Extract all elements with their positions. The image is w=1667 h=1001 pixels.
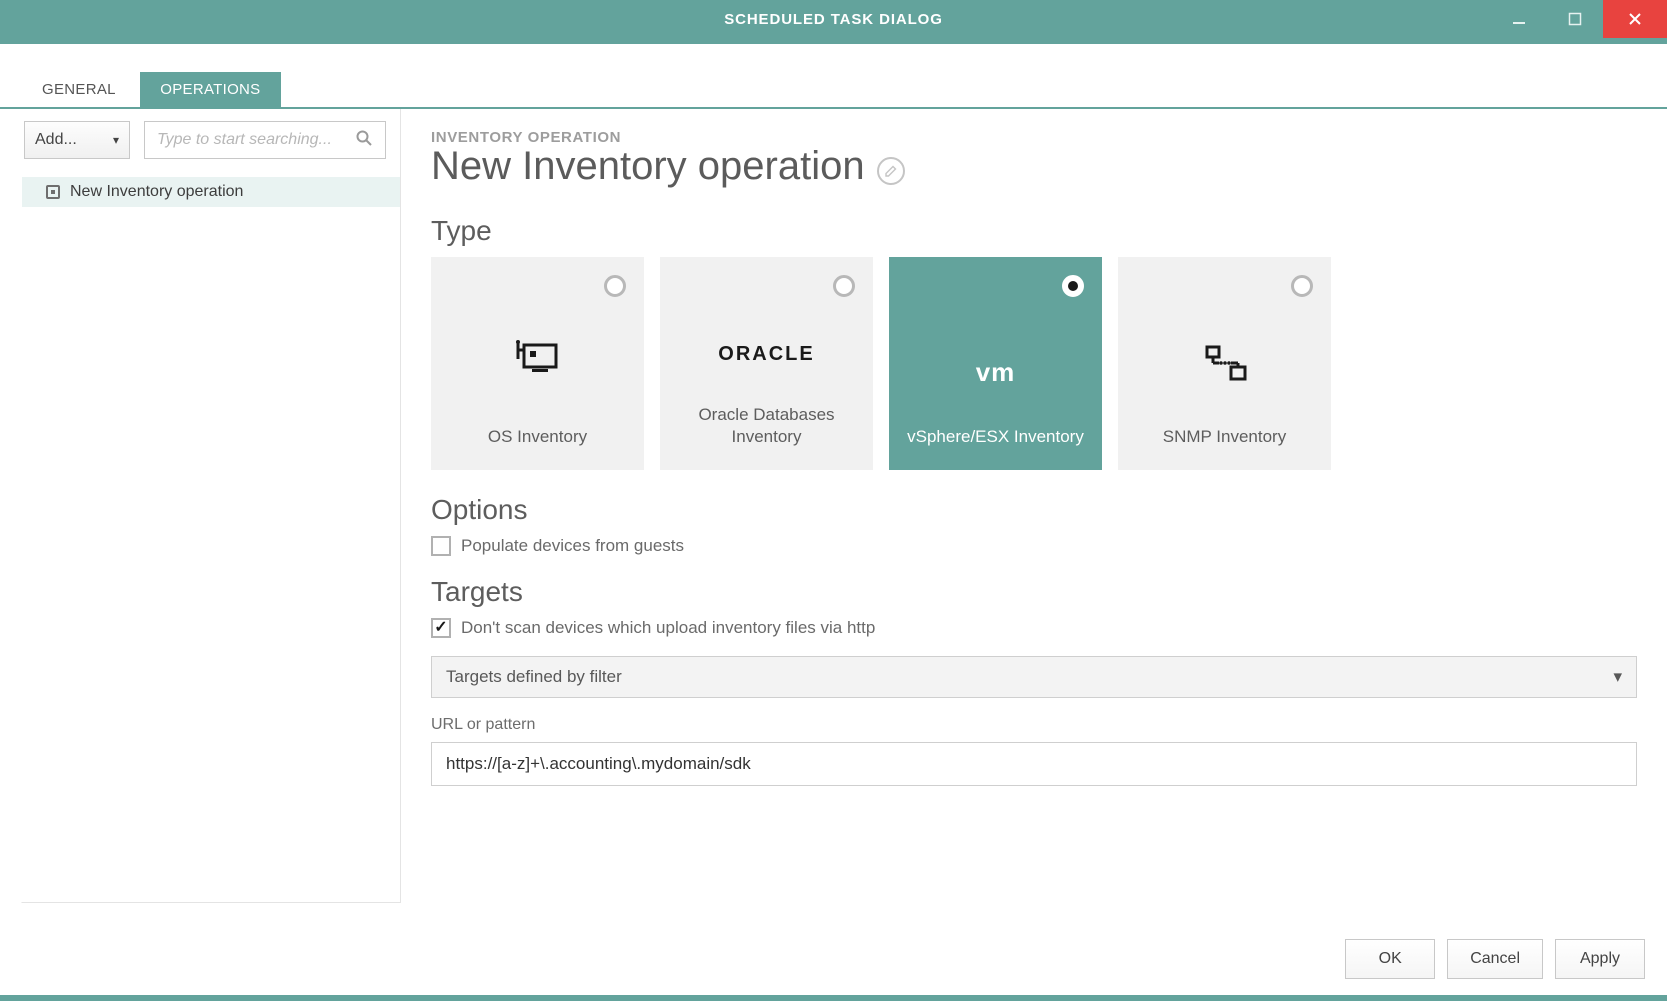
targets-mode-select[interactable]: Targets defined by filter ▾ [431, 656, 1637, 698]
minimize-button[interactable] [1491, 0, 1547, 38]
operations-sidebar: Add... ▾ Type to start searching... New … [21, 109, 401, 903]
search-placeholder: Type to start searching... [157, 131, 332, 149]
tab-operations[interactable]: OPERATIONS [140, 72, 280, 107]
operation-detail-pane: INVENTORY OPERATION New Inventory operat… [401, 109, 1667, 903]
options-heading: Options [431, 494, 1637, 526]
radio-icon [1062, 275, 1084, 297]
body: Add... ▾ Type to start searching... New … [0, 109, 1667, 903]
url-pattern-value: https://[a-z]+\.accounting\.mydomain/sdk [446, 754, 751, 774]
type-card-label: OS Inventory [442, 426, 634, 448]
option-skip-http-label: Don't scan devices which upload inventor… [461, 618, 875, 638]
window-controls [1491, 0, 1667, 38]
type-card-label: Oracle Databases Inventory [671, 404, 863, 448]
add-operation-label: Add... [35, 131, 77, 149]
maximize-icon [1568, 12, 1582, 26]
titlebar: SCHEDULED TASK DIALOG [0, 0, 1667, 38]
chevron-down-icon: ▾ [1613, 667, 1622, 687]
dialog-footer: OK Cancel Apply [1345, 939, 1645, 979]
oracle-logo-icon: ORACLE [718, 343, 814, 366]
pencil-icon [884, 164, 898, 178]
minimize-icon [1512, 12, 1526, 26]
checkbox-icon [431, 536, 451, 556]
radio-icon [604, 275, 626, 297]
type-card-vsphere-inventory[interactable]: vm vSphere/ESX Inventory [889, 257, 1102, 470]
type-card-oracle-inventory[interactable]: ORACLE Oracle Databases Inventory [660, 257, 873, 470]
targets-mode-selected: Targets defined by filter [446, 667, 622, 687]
checkbox-icon [431, 618, 451, 638]
operations-list-item[interactable]: New Inventory operation [22, 177, 400, 207]
window-title: SCHEDULED TASK DIALOG [724, 11, 943, 28]
type-card-label: vSphere/ESX Inventory [900, 426, 1092, 448]
type-card-snmp-inventory[interactable]: SNMP Inventory [1118, 257, 1331, 470]
url-pattern-label: URL or pattern [431, 716, 1637, 734]
maximize-button[interactable] [1547, 0, 1603, 38]
radio-icon [833, 275, 855, 297]
operations-list-item-label: New Inventory operation [70, 183, 243, 201]
apply-button[interactable]: Apply [1555, 939, 1645, 979]
add-operation-dropdown[interactable]: Add... ▾ [24, 121, 130, 159]
close-icon [1627, 11, 1643, 27]
vmware-logo-icon: vm [976, 357, 1016, 388]
option-skip-http-devices[interactable]: Don't scan devices which upload inventor… [431, 618, 1637, 638]
radio-icon [1291, 275, 1313, 297]
type-card-label: SNMP Inventory [1129, 426, 1321, 448]
type-card-os-inventory[interactable]: OS Inventory [431, 257, 644, 470]
close-button[interactable] [1603, 0, 1667, 38]
tab-general[interactable]: GENERAL [22, 72, 136, 107]
tabs: GENERAL OPERATIONS [0, 44, 1667, 109]
cancel-button[interactable]: Cancel [1447, 939, 1543, 979]
targets-heading: Targets [431, 576, 1637, 608]
option-populate-guests[interactable]: Populate devices from guests [431, 536, 1637, 556]
option-populate-guests-label: Populate devices from guests [461, 536, 684, 556]
page-title: New Inventory operation [431, 144, 865, 189]
type-card-row: OS Inventory ORACLE Oracle Databases Inv… [431, 257, 1637, 470]
window-bottom-border [0, 995, 1667, 1001]
ok-button[interactable]: OK [1345, 939, 1435, 979]
edit-title-button[interactable] [877, 157, 905, 185]
operations-search-input[interactable]: Type to start searching... [144, 121, 386, 159]
operations-list: New Inventory operation [22, 171, 400, 207]
operation-icon [46, 185, 60, 199]
url-pattern-input[interactable]: https://[a-z]+\.accounting\.mydomain/sdk [431, 742, 1637, 786]
search-icon [355, 129, 373, 152]
monitor-icon [514, 339, 562, 388]
network-icon [1201, 343, 1249, 388]
chevron-down-icon: ▾ [113, 133, 119, 147]
type-heading: Type [431, 215, 1637, 247]
